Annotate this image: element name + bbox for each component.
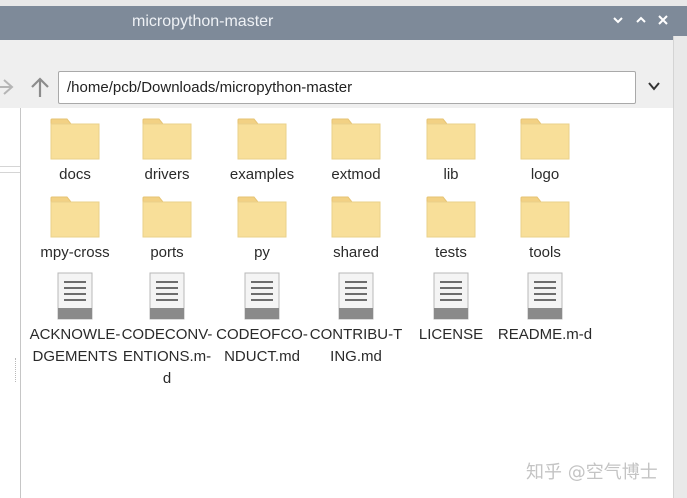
watermark-text: 知乎 @空气博士	[526, 462, 658, 483]
text-file-icon	[244, 272, 280, 320]
folder-item[interactable]: lib	[403, 118, 499, 186]
chevron-down-icon[interactable]	[646, 78, 662, 94]
folder-item[interactable]: mpy-cross	[27, 196, 123, 264]
folder-icon	[520, 196, 570, 238]
folder-icon	[331, 118, 381, 160]
folder-item[interactable]: drivers	[119, 118, 215, 186]
folder-item[interactable]: logo	[497, 118, 593, 186]
folder-icon	[237, 196, 287, 238]
folder-icon	[50, 118, 100, 160]
file-item[interactable]: CODEOFCO-NDUCT.md	[214, 272, 310, 368]
file-label: LICENSE	[418, 326, 484, 343]
folder-item[interactable]: tools	[497, 196, 593, 264]
window-edge	[673, 36, 687, 498]
folder-item[interactable]: shared	[308, 196, 404, 264]
folder-item[interactable]: py	[214, 196, 310, 264]
folder-label: logo	[530, 166, 560, 183]
forward-arrow-icon[interactable]	[0, 77, 16, 97]
folder-label: extmod	[331, 166, 381, 183]
file-icon-view: docs drivers examples extmod lib logo mp…	[22, 108, 673, 498]
folder-label: examples	[229, 166, 295, 183]
folder-item[interactable]: examples	[214, 118, 310, 186]
folder-icon	[426, 196, 476, 238]
folder-icon	[520, 118, 570, 160]
maximize-icon[interactable]	[634, 13, 648, 27]
folder-label: py	[254, 244, 270, 261]
window-title: micropython-master	[132, 13, 274, 30]
folder-item[interactable]: tests	[403, 196, 499, 264]
file-item[interactable]: CODECONV-ENTIONS.m-d	[119, 272, 215, 390]
file-label: ACKNOWLE-DGEMENTS	[29, 326, 121, 365]
file-item[interactable]: README.m-d	[497, 272, 593, 346]
sidebar[interactable]	[0, 108, 21, 498]
file-item[interactable]: ACKNOWLE-DGEMENTS	[27, 272, 123, 368]
folder-label: tests	[435, 244, 467, 261]
text-file-icon	[149, 272, 185, 320]
folder-item[interactable]: docs	[27, 118, 123, 186]
folder-icon	[50, 196, 100, 238]
folder-label: drivers	[144, 166, 190, 183]
folder-label: docs	[59, 166, 91, 183]
close-icon[interactable]	[656, 13, 670, 27]
folder-icon	[142, 118, 192, 160]
folder-label: lib	[443, 166, 459, 183]
file-item[interactable]: LICENSE	[403, 272, 499, 346]
folder-label: ports	[150, 244, 184, 261]
folder-label: tools	[529, 244, 561, 261]
folder-icon	[237, 118, 287, 160]
file-item[interactable]: CONTRIBU-TING.md	[308, 272, 404, 368]
minimize-icon[interactable]	[611, 13, 625, 27]
folder-icon	[331, 196, 381, 238]
folder-label: mpy-cross	[40, 244, 110, 261]
file-label: CODEOFCO-NDUCT.md	[216, 326, 308, 365]
text-file-icon	[433, 272, 469, 320]
sidebar-resize-handle[interactable]	[15, 358, 17, 382]
folder-icon	[142, 196, 192, 238]
toolbar	[0, 40, 673, 108]
text-file-icon	[57, 272, 93, 320]
sidebar-divider	[0, 172, 20, 173]
up-arrow-icon[interactable]	[29, 76, 51, 98]
folder-icon	[426, 118, 476, 160]
file-label: README.m-d	[497, 326, 593, 343]
folder-item[interactable]: ports	[119, 196, 215, 264]
title-bar: micropython-master	[0, 0, 687, 40]
file-label: CODECONV-ENTIONS.m-d	[121, 326, 213, 387]
text-file-icon	[527, 272, 563, 320]
folder-label: shared	[333, 244, 379, 261]
file-label: CONTRIBU-TING.md	[309, 326, 403, 365]
text-file-icon	[338, 272, 374, 320]
folder-item[interactable]: extmod	[308, 118, 404, 186]
path-input[interactable]	[58, 71, 636, 104]
sidebar-divider	[0, 166, 20, 167]
